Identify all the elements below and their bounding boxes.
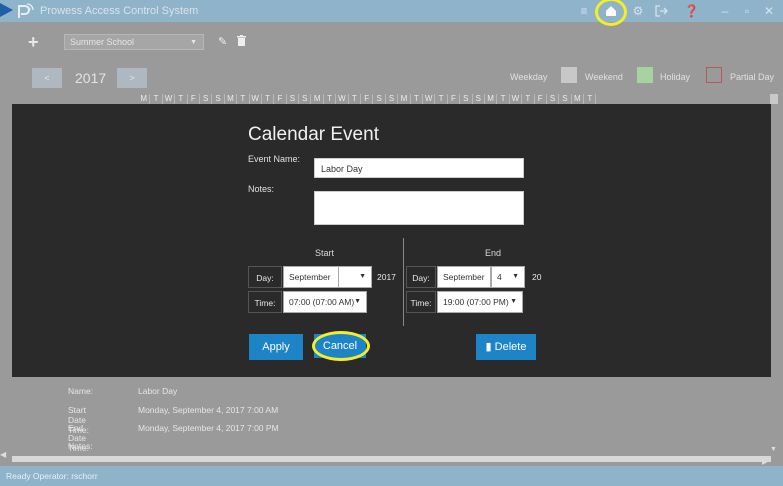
app-title: Prowess Access Control System [40,5,199,17]
edit-pencil-icon[interactable]: ✎ [218,35,227,48]
dialog-title: Calendar Event [248,124,379,145]
detail-name-value: Labor Day [138,386,178,396]
gear-icon[interactable]: ⚙ [631,4,645,18]
end-day-label: Day: [406,266,436,288]
help-icon[interactable]: ❓ [684,4,699,18]
detail-notes-key: Notes: [68,441,93,451]
start-end-divider [403,238,404,326]
legend-weekday-label: Weekday [510,72,548,82]
year-label: 2017 [75,70,107,86]
chevron-down-icon: ▼ [512,273,519,280]
end-month-select[interactable]: September [437,266,491,288]
event-name-label: Event Name: [248,154,301,164]
pointer-arrow-icon [0,3,13,17]
end-time-label: Time: [406,291,436,313]
logout-icon[interactable] [654,4,668,18]
delete-label: Delete [494,341,527,353]
prev-year-button[interactable]: < [32,68,62,88]
add-calendar-button[interactable]: + [28,32,39,53]
end-header: End [485,248,502,258]
close-icon[interactable]: ✕ [762,4,776,18]
end-day-select[interactable]: 4 ▼ [491,266,525,288]
legend-partial-swatch [706,67,722,83]
cancel-highlight-circle [312,331,370,361]
calendar-event-dialog: Calendar Event Event Name: Labor Day Not… [12,104,771,377]
legend-weekend-label: Weekend [585,72,623,82]
start-time-select[interactable]: 07:00 (07:00 AM) ▼ [283,291,367,313]
end-time-value: 19:00 (07:00 PM) [443,297,509,307]
chevron-down-icon: ▼ [354,298,361,305]
detail-start-value: Monday, September 4, 2017 7:00 AM [138,405,279,415]
legend-holiday-swatch [637,67,653,83]
scroll-down-icon[interactable]: ▼ [770,446,777,453]
minimize-icon[interactable]: – [718,4,732,18]
start-time-label: Time: [248,291,282,313]
calendar-select-value: Summer School [70,37,135,47]
start-day-label: Day: [248,266,282,288]
apply-button[interactable]: Apply [249,334,303,360]
trash-icon: ▮ [485,341,495,353]
notes-label: Notes: [248,184,275,194]
calendar-select[interactable]: Summer School ▼ [64,34,204,50]
start-day-select[interactable]: ▼ [338,266,372,288]
notes-input[interactable] [314,191,524,225]
detail-name-key: Name: [68,386,94,396]
app-logo-icon [18,3,34,18]
legend-weekend-swatch [561,67,577,83]
horizontal-scrollbar[interactable] [12,456,771,462]
menu-icon[interactable]: ≡ [577,4,591,18]
end-day-value: 4 [497,272,502,282]
maximize-icon[interactable]: ▫ [740,4,754,18]
detail-end-value: Monday, September 4, 2017 7:00 PM [138,423,279,433]
start-month-select[interactable]: September [283,266,339,288]
event-name-input[interactable]: Labor Day [314,158,524,178]
year-navigation: < 2017 > Weekday Weekend Holiday Partial… [0,64,783,106]
legend-holiday-label: Holiday [660,72,691,82]
end-time-select[interactable]: 19:00 (07:00 PM) ▼ [437,291,523,313]
next-year-button[interactable]: > [117,68,147,88]
scroll-left-icon[interactable]: ◀ [0,450,6,459]
vertical-scrollbar-thumb[interactable] [770,94,778,104]
delete-button[interactable]: ▮ Delete [476,334,536,360]
status-bar: Ready Operator: rschorr [0,466,783,486]
scroll-right-icon[interactable]: ▶ [762,458,767,466]
start-year: 2017 [377,272,396,282]
end-year: 20 [532,272,542,282]
start-header: Start [315,248,335,258]
delete-trash-icon[interactable] [237,35,246,49]
start-time-value: 07:00 (07:00 AM) [289,297,355,307]
chevron-down-icon: ▼ [190,39,197,46]
event-details-panel: Name: Labor Day Start Date Time: Monday,… [0,377,783,457]
chevron-down-icon: ▼ [510,298,517,305]
calendar-toolbar: + Summer School ▼ ✎ [0,22,783,64]
legend-partial-label: Partial Day [730,72,775,82]
title-bar: Prowess Access Control System ≡ ⚙ ❓ – ▫ … [0,0,783,26]
chevron-down-icon: ▼ [359,273,366,280]
